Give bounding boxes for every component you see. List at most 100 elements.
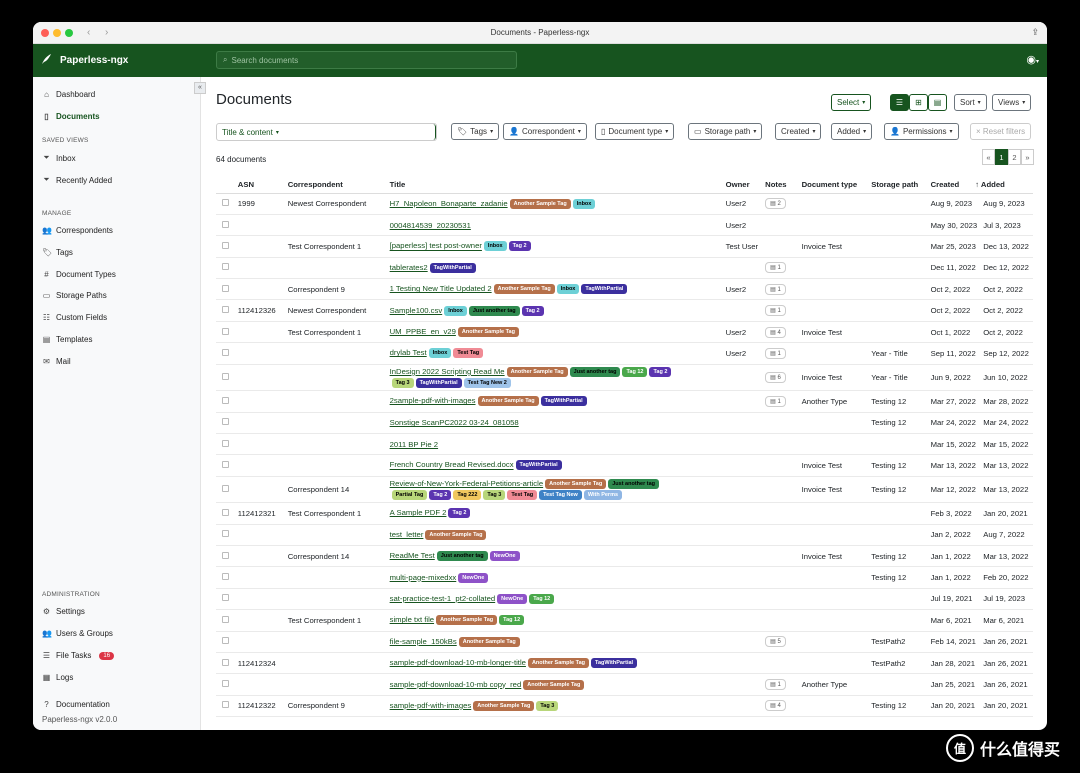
tag-badge[interactable]: Another Sample Tag bbox=[457, 327, 519, 338]
row-select-cell[interactable] bbox=[216, 214, 236, 237]
tag-badge[interactable]: Another Sample Tag bbox=[509, 198, 571, 209]
document-title-link[interactable]: UM_PPBE_en_v29 bbox=[390, 327, 456, 336]
small-cards-view-button[interactable]: ⊞ bbox=[909, 94, 928, 111]
tag-badge[interactable]: Just another tag bbox=[569, 366, 621, 377]
document-title-link[interactable]: Review-of-New-York-Federal-Petitions-art… bbox=[390, 479, 544, 488]
document-title-link[interactable]: simple txt file bbox=[390, 615, 434, 624]
sidebar-item-inbox[interactable]: ⏷ Inbox bbox=[42, 153, 75, 163]
page-link-1[interactable]: 1 bbox=[995, 149, 1008, 165]
tag-badge[interactable]: Tag 2 bbox=[429, 489, 452, 500]
tag-badge[interactable]: Another Sample Tag bbox=[473, 700, 535, 711]
row-checkbox[interactable] bbox=[222, 327, 229, 335]
tag-badge[interactable]: Another Sample Tag bbox=[493, 284, 555, 295]
row-select-cell[interactable] bbox=[216, 545, 236, 568]
brand[interactable]: Paperless-ngx bbox=[41, 53, 128, 68]
document-title-link[interactable]: 2sample-pdf-with-images bbox=[390, 396, 476, 405]
tag-badge[interactable]: Tag 2 bbox=[521, 305, 544, 316]
table-row[interactable]: drylab Test Inbox Test Tag User2 ▤ 1 Year - T… bbox=[216, 342, 1033, 365]
tag-badge[interactable]: Tag 12 bbox=[529, 593, 555, 604]
views-dropdown[interactable]: Views ▾ bbox=[992, 94, 1032, 111]
table-row[interactable]: 112412321 Test Correspondent 1 A Sample PD… bbox=[216, 502, 1033, 525]
row-checkbox[interactable] bbox=[222, 306, 229, 314]
sidebar-item-users-groups[interactable]: 👥 Users & Groups bbox=[42, 629, 113, 638]
sidebar-item-tags[interactable]: 🏷 Tags bbox=[42, 248, 73, 257]
document-title-link[interactable]: sample-pdf-with-images bbox=[390, 701, 472, 710]
notes-count-badge[interactable]: ▤ 1 bbox=[765, 395, 786, 407]
tag-badge[interactable]: Inbox bbox=[428, 348, 452, 359]
tag-badge[interactable]: Tag 2 bbox=[508, 241, 531, 252]
row-checkbox[interactable] bbox=[222, 241, 229, 249]
column-header-notes[interactable]: Notes bbox=[763, 177, 800, 194]
table-row[interactable]: 1999 Newest Correspondent H7_Napoleon_Bona… bbox=[216, 193, 1033, 215]
row-select-cell[interactable] bbox=[216, 454, 236, 477]
tag-badge[interactable]: Another Sample Tag bbox=[523, 679, 585, 690]
table-row[interactable]: Test Correspondent 1 UM_PPBE_en_v29 Anothe… bbox=[216, 321, 1033, 344]
row-checkbox[interactable] bbox=[222, 372, 229, 380]
tag-badge[interactable]: Test Tag bbox=[507, 489, 538, 500]
table-row[interactable]: 112412324 sample-pdf-download-10-mb-longe… bbox=[216, 652, 1033, 675]
row-select-cell[interactable] bbox=[216, 412, 236, 434]
document-title-link[interactable]: sample-pdf-download-10-mb copy_red bbox=[390, 680, 522, 689]
share-icon[interactable]: ⇪ bbox=[1031, 27, 1039, 38]
table-row[interactable]: multi-page-mixedxx NewOne Testing 12 Jan 1,… bbox=[216, 566, 1033, 589]
document-title-link[interactable]: Sonstige ScanPC2022 03-24_081058 bbox=[390, 418, 519, 427]
column-header-added[interactable]: ↑ Added bbox=[975, 177, 1033, 194]
tag-badge[interactable]: Inbox bbox=[556, 284, 580, 295]
sidebar-item-settings[interactable]: ⚙ Settings bbox=[42, 607, 85, 616]
sidebar-item-document-types[interactable]: # Document Types bbox=[42, 270, 116, 279]
collapse-sidebar-button[interactable]: « bbox=[194, 82, 206, 94]
tag-badge[interactable]: Inbox bbox=[483, 241, 507, 252]
tag-badge[interactable]: Another Sample Tag bbox=[477, 396, 539, 407]
tag-badge[interactable]: Another Sample Tag bbox=[436, 615, 498, 626]
tag-badge[interactable]: Test Tag New 2 bbox=[463, 377, 511, 388]
sidebar-item-correspondents[interactable]: 👥 Correspondents bbox=[42, 226, 113, 235]
tag-badge[interactable]: Test Tag New bbox=[539, 489, 582, 500]
table-row[interactable]: sample-pdf-download-10-mb copy_red Anothe… bbox=[216, 673, 1033, 696]
document-title-link[interactable]: tablerates2 bbox=[390, 263, 428, 272]
tag-badge[interactable]: TagWithPartial bbox=[515, 460, 562, 471]
tag-badge[interactable]: TagWithPartial bbox=[540, 396, 587, 407]
tag-badge[interactable]: TagWithPartial bbox=[581, 284, 628, 295]
column-header-asn[interactable]: ASN bbox=[235, 177, 286, 194]
document-type-filter-dropdown[interactable]: ▯ Document type ▾ bbox=[595, 123, 675, 140]
document-title-link[interactable]: test_letter bbox=[390, 530, 424, 539]
sidebar-item-mail[interactable]: ✉ Mail bbox=[42, 357, 71, 366]
document-title-link[interactable]: [paperless] test post-owner bbox=[390, 242, 482, 251]
tag-badge[interactable]: Tag 3 bbox=[391, 377, 414, 388]
tag-badge[interactable]: Inbox bbox=[572, 198, 596, 209]
select-dropdown[interactable]: Select ▾ bbox=[831, 94, 872, 111]
column-header-title[interactable]: Title bbox=[387, 177, 724, 194]
notes-count-badge[interactable]: ▤ 2 bbox=[765, 198, 786, 210]
created-filter-dropdown[interactable]: Created ▾ bbox=[775, 123, 822, 140]
tag-badge[interactable]: Another Sample Tag bbox=[458, 636, 520, 647]
tag-badge[interactable]: NewOne bbox=[458, 572, 489, 583]
row-select-cell[interactable] bbox=[216, 342, 236, 365]
tag-badge[interactable]: Just another tag bbox=[468, 305, 520, 316]
document-title-link[interactable]: drylab Test bbox=[390, 348, 427, 357]
document-title-link[interactable]: ReadMe Test bbox=[390, 551, 435, 560]
tag-badge[interactable]: TagWithPartial bbox=[429, 262, 476, 273]
table-row[interactable]: file-sample_150kBs Another Sample Tag ▤ 5 T… bbox=[216, 631, 1033, 653]
tag-badge[interactable]: Another Sample Tag bbox=[527, 658, 590, 669]
reset-filters-button[interactable]: × Reset filters bbox=[970, 123, 1032, 140]
table-row[interactable]: Sonstige ScanPC2022 03-24_081058 Testing … bbox=[216, 412, 1033, 434]
document-title-link[interactable]: Sample100.csv bbox=[390, 306, 443, 315]
tags-filter-dropdown[interactable]: 🏷 Tags ▾ bbox=[451, 123, 500, 140]
tag-badge[interactable]: Another Sample Tag bbox=[506, 366, 568, 377]
document-title-link[interactable]: InDesign 2022 Scripting Read Me bbox=[390, 367, 505, 376]
row-checkbox[interactable] bbox=[222, 220, 229, 228]
storage-path-filter-dropdown[interactable]: ▭ Storage path ▾ bbox=[688, 123, 763, 140]
row-select-cell[interactable] bbox=[216, 588, 236, 611]
notes-count-badge[interactable]: ▤ 1 bbox=[765, 347, 786, 359]
table-row[interactable]: Correspondent 9 1 Testing New Title Updat… bbox=[216, 278, 1033, 301]
table-row[interactable]: 112412326 Newest Correspondent Sample100.c… bbox=[216, 299, 1033, 322]
row-checkbox[interactable] bbox=[222, 439, 229, 447]
row-select-cell[interactable] bbox=[216, 476, 236, 504]
table-row[interactable]: Correspondent 14 Review-of-New-York-Feder… bbox=[216, 476, 1033, 504]
table-row[interactable]: InDesign 2022 Scripting Read Me Another S… bbox=[216, 364, 1033, 392]
row-checkbox[interactable] bbox=[222, 573, 229, 581]
row-select-cell[interactable] bbox=[216, 299, 236, 322]
page-link-0[interactable]: « bbox=[982, 149, 995, 165]
page-link-3[interactable]: » bbox=[1021, 149, 1034, 165]
row-checkbox[interactable] bbox=[222, 348, 229, 356]
